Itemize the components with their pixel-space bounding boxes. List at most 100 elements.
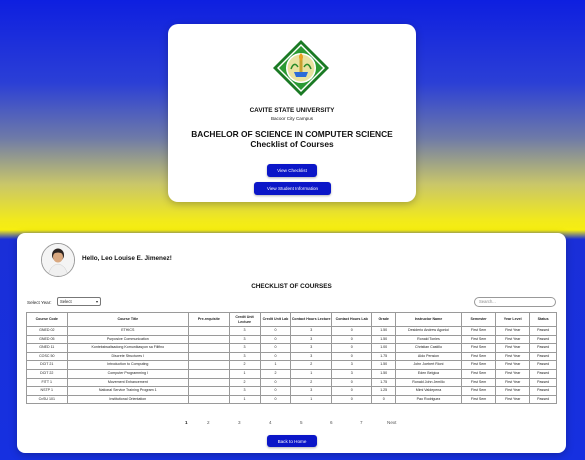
table-cell: 0 bbox=[259, 394, 292, 405]
table-cell: 3 bbox=[228, 334, 261, 345]
column-header: Contact Hours Lecture bbox=[290, 312, 332, 327]
table-cell: Passed bbox=[529, 360, 557, 370]
table-cell: 1.75 bbox=[371, 351, 396, 362]
table-cell: 2 bbox=[290, 360, 332, 370]
campus-name: Bacoor City Campus bbox=[270, 116, 314, 121]
back-to-home-button[interactable]: Back to Home bbox=[267, 435, 317, 447]
table-cell: 1 bbox=[290, 394, 332, 405]
page-link-4[interactable]: 4 bbox=[269, 420, 272, 425]
table-cell: ETHICS bbox=[66, 326, 190, 336]
avatar bbox=[41, 243, 75, 277]
table-cell: John Joebert Rioni bbox=[394, 360, 463, 370]
table-cell: 0 bbox=[259, 386, 292, 396]
table-cell: First Sem bbox=[461, 343, 497, 353]
table-cell: 0 bbox=[330, 386, 373, 396]
table-cell: First Sem bbox=[461, 386, 497, 396]
table-cell: Desiderio Andrew Agonioi bbox=[394, 326, 463, 336]
column-header: Credit Unit Lecture bbox=[228, 312, 261, 327]
table-cell bbox=[188, 377, 230, 388]
table-cell: 1 bbox=[259, 360, 292, 370]
table-cell: DCIT 22 bbox=[26, 368, 68, 379]
column-header: Course Code bbox=[26, 312, 68, 327]
page-link-3[interactable]: 3 bbox=[238, 420, 241, 425]
table-cell: First Year bbox=[495, 377, 531, 388]
table-cell: Computer Programming I bbox=[66, 368, 190, 379]
table-row: FITT 1 Movement Enhancement 2 0 2 0 1.75 Ronald… bbox=[26, 377, 557, 388]
table-cell: Ronald John Jemillo bbox=[394, 377, 463, 388]
checklist-title: CHECKLIST OF COURSES bbox=[251, 283, 332, 290]
page-link-7[interactable]: 7 bbox=[360, 420, 363, 425]
header-card: CAVITE STATE UNIVERSITY Bacoor City Camp… bbox=[168, 24, 416, 202]
table-cell: First Year bbox=[495, 343, 531, 353]
table-cell: First Year bbox=[495, 351, 531, 362]
page-subtitle: Checklist of Courses bbox=[250, 139, 334, 149]
column-header: Grade bbox=[371, 312, 396, 327]
table-cell: 3 bbox=[290, 343, 332, 353]
table-row: DCIT 22 Computer Programming I 1 2 1 3 1.50 Ede… bbox=[26, 368, 557, 379]
table-cell: GNED 05 bbox=[26, 334, 68, 345]
table-cell: 0 bbox=[330, 394, 373, 405]
table-cell: Discrete Structures I bbox=[66, 351, 190, 362]
table-cell: 0 bbox=[259, 326, 292, 336]
table-cell: COSC 50 bbox=[26, 351, 68, 362]
table-cell: First Sem bbox=[461, 377, 497, 388]
table-cell: 3 bbox=[290, 326, 332, 336]
table-cell: 0 bbox=[330, 377, 373, 388]
table-row: GNED 11 Kontekstwalisadong Komunikasyon s… bbox=[26, 343, 557, 353]
table-cell: 0 bbox=[259, 377, 292, 388]
table-cell: First Year bbox=[495, 368, 531, 379]
table-cell: 1 bbox=[228, 368, 261, 379]
next-page-link[interactable]: Next bbox=[387, 420, 396, 425]
column-header: Contact Hours Lab bbox=[330, 312, 373, 327]
table-cell: 1.25 bbox=[371, 386, 396, 396]
table-cell: 0 bbox=[330, 351, 373, 362]
table-cell: GNED 11 bbox=[26, 343, 68, 353]
chevron-down-icon: ▾ bbox=[95, 299, 98, 304]
table-body: GNED 02 ETHICS 3 0 3 0 1.50 Desiderio Andrew Ag… bbox=[26, 326, 557, 405]
courses-table: Course Code Course Title Pre-requisite Cred… bbox=[26, 312, 557, 405]
table-cell: Movement Enhancement bbox=[66, 377, 190, 388]
page-link-5[interactable]: 5 bbox=[300, 420, 303, 425]
view-checklist-button[interactable]: View Checklist bbox=[267, 164, 317, 177]
table-cell: First Sem bbox=[461, 351, 497, 362]
table-cell: Purposive Communication bbox=[66, 334, 190, 345]
table-cell: First Year bbox=[495, 326, 531, 336]
table-cell: 1.75 bbox=[371, 377, 396, 388]
table-cell: 3 bbox=[330, 360, 373, 370]
table-cell: Passed bbox=[529, 368, 557, 379]
table-cell: 1.50 bbox=[371, 334, 396, 345]
table-cell: First Sem bbox=[461, 394, 497, 405]
page-link-6[interactable]: 6 bbox=[330, 420, 333, 425]
search-input[interactable]: Search... bbox=[474, 297, 556, 307]
table-cell: First Sem bbox=[461, 360, 497, 370]
column-header: Pre-requisite bbox=[188, 312, 230, 327]
table-cell: DCIT 21 bbox=[26, 360, 68, 370]
table-cell: First Year bbox=[495, 394, 531, 405]
table-cell: First Sem bbox=[461, 334, 497, 345]
table-cell: 1 bbox=[228, 394, 261, 405]
column-header: Semester bbox=[461, 312, 497, 327]
table-cell: 0 bbox=[371, 394, 396, 405]
table-row: DCIT 21 Introduction to Computing 2 1 2 3 1.50… bbox=[26, 360, 557, 370]
table-cell: 3 bbox=[290, 334, 332, 345]
year-select[interactable]: Select ▾ bbox=[57, 297, 101, 306]
column-header: Credit Unit Lab bbox=[259, 312, 292, 327]
table-cell: Kontekstwalisadong Komunikasyon sa Filif… bbox=[66, 343, 190, 353]
table-cell: First Year bbox=[495, 386, 531, 396]
table-cell: 3 bbox=[290, 386, 332, 396]
table-cell: 3 bbox=[228, 343, 261, 353]
table-cell: 3 bbox=[228, 386, 261, 396]
table-cell: First Sem bbox=[461, 368, 497, 379]
column-header: Year Level bbox=[495, 312, 531, 327]
table-cell bbox=[188, 334, 230, 345]
view-student-info-button[interactable]: View Student Information bbox=[254, 182, 331, 195]
table-cell: Passed bbox=[529, 343, 557, 353]
page-link-2[interactable]: 2 bbox=[207, 420, 210, 425]
table-row: GNED 05 Purposive Communication 3 0 3 0 1.50 Ro… bbox=[26, 334, 557, 345]
column-header: Instructor Name bbox=[394, 312, 463, 327]
table-cell: 3 bbox=[228, 351, 261, 362]
page-link-1[interactable]: 1 bbox=[185, 420, 188, 425]
table-cell: 1 bbox=[290, 368, 332, 379]
table-cell: Introduction to Computing bbox=[66, 360, 190, 370]
table-cell: Ronald Tonies bbox=[394, 334, 463, 345]
